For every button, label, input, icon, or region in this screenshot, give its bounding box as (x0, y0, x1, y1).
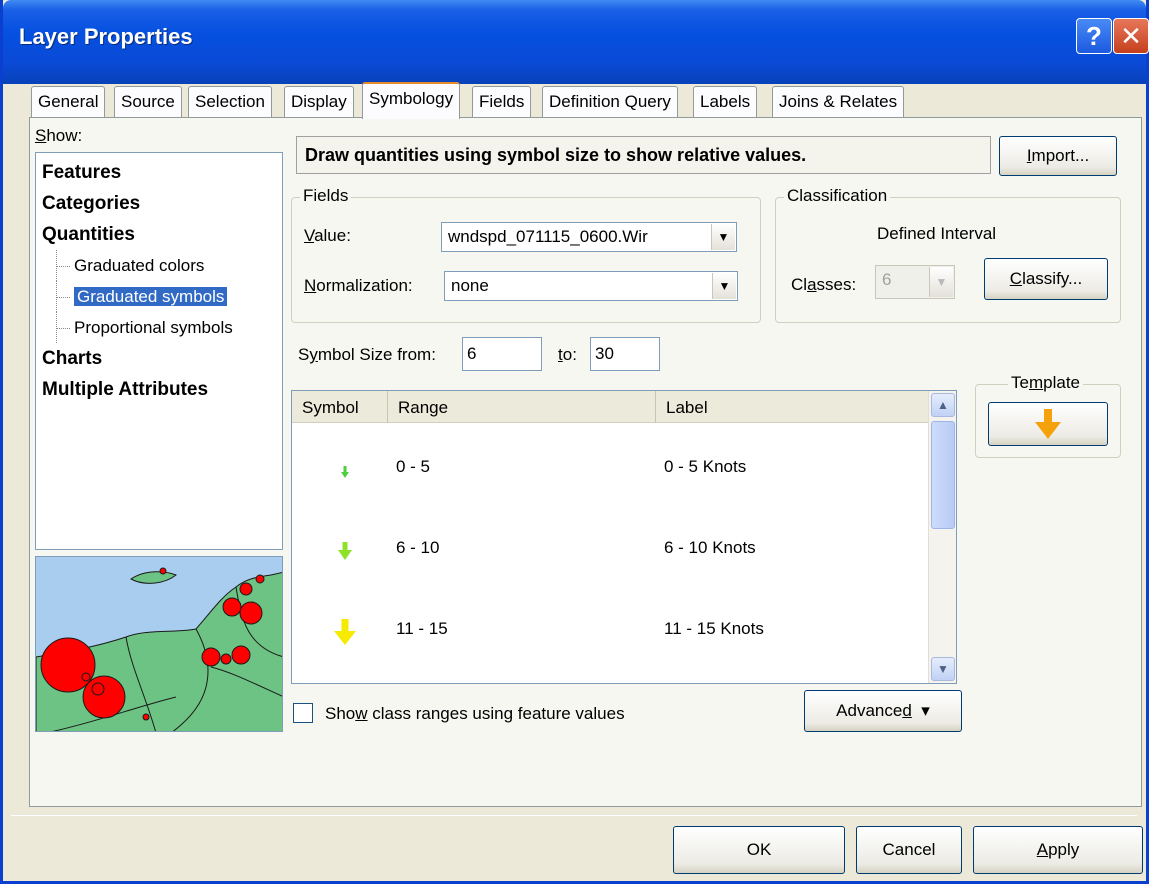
divider (11, 815, 1137, 816)
template-symbol-button[interactable] (988, 402, 1108, 446)
range-cell[interactable]: 0 - 5 (396, 457, 430, 477)
arrow-down-icon[interactable] (328, 615, 362, 649)
window-title: Layer Properties (19, 24, 193, 49)
show-item-multiple-attributes[interactable]: Multiple Attributes (42, 374, 276, 405)
show-item-graduated-symbols[interactable]: Graduated symbols (42, 281, 276, 312)
tab-fields[interactable]: Fields (472, 86, 532, 118)
map-preview (35, 556, 283, 732)
header-label[interactable]: Label (656, 391, 928, 423)
show-tree[interactable]: Features Categories Quantities Graduated… (35, 152, 283, 550)
import-button[interactable]: Import... (999, 136, 1117, 176)
label-cell[interactable]: 6 - 10 Knots (664, 538, 756, 558)
classification-method: Defined Interval (877, 224, 997, 243)
chevron-down-icon: ▼ (929, 267, 953, 297)
close-button[interactable]: ✕ (1113, 18, 1149, 54)
chevron-down-icon: ▼ (712, 273, 736, 299)
renderer-description: Draw quantities using symbol size to sho… (296, 136, 991, 174)
scroll-up-icon[interactable]: ▲ (931, 393, 955, 417)
title-bar[interactable]: Layer Properties ? ✕ (3, 0, 1149, 84)
range-cell[interactable]: 11 - 15 (396, 619, 448, 639)
chevron-down-icon: ▾ (921, 701, 930, 720)
show-label: Show: (35, 126, 83, 145)
classes-dropdown: 6 ▼ (875, 265, 955, 299)
tab-symbology[interactable]: Symbology (362, 82, 461, 119)
show-item-categories[interactable]: Categories (42, 188, 276, 219)
chevron-down-icon: ▼ (711, 224, 735, 250)
template-title: Template (1008, 373, 1084, 393)
tab-joins-relates[interactable]: Joins & Relates (772, 86, 905, 118)
classes-label: Classes: (791, 275, 857, 294)
symbol-size-to-label: to: (558, 345, 577, 364)
range-cell[interactable]: 6 - 10 (396, 538, 439, 558)
table-row[interactable]: 11 - 15 11 - 15 Knots (292, 591, 928, 671)
show-item-graduated-colors[interactable]: Graduated colors (42, 250, 276, 281)
class-symbol-table[interactable]: Symbol Range Label 0 - 5 0 - 5 Knots 6 -… (291, 390, 957, 684)
show-item-charts[interactable]: Charts (42, 343, 276, 374)
symbol-size-from-label: Symbol Size from: (298, 345, 436, 364)
symbol-size-from-input[interactable]: 6 (462, 337, 542, 371)
cancel-button[interactable]: Cancel (856, 826, 962, 874)
normalization-dropdown[interactable]: none ▼ (444, 271, 738, 301)
arrow-down-icon[interactable] (330, 536, 360, 566)
label-cell[interactable]: 11 - 15 Knots (664, 619, 764, 639)
symbol-size-to-input[interactable]: 30 (590, 337, 660, 371)
arrow-down-icon (1035, 409, 1061, 439)
table-row[interactable]: 6 - 10 6 - 10 Knots (292, 510, 928, 590)
value-label: Value: (304, 226, 351, 245)
fields-group-title: Fields (300, 186, 352, 206)
show-item-quantities[interactable]: Quantities (42, 219, 276, 250)
show-class-ranges-label[interactable]: Show class ranges using feature values (325, 704, 625, 724)
layer-properties-window: Layer Properties ? ✕ General Source Sele… (0, 0, 1149, 884)
show-class-ranges-checkbox[interactable] (293, 703, 313, 723)
header-range[interactable]: Range (388, 391, 656, 423)
normalization-label: Normalization: (304, 276, 413, 295)
scroll-down-icon[interactable]: ▼ (931, 657, 955, 681)
tab-general[interactable]: General (31, 86, 106, 118)
table-scrollbar[interactable]: ▲ ▼ (928, 391, 956, 683)
value-field-dropdown[interactable]: wndspd_071115_0600.Wir ▼ (441, 222, 737, 252)
classification-group-title: Classification (784, 186, 891, 206)
tab-labels[interactable]: Labels (693, 86, 758, 118)
tab-display[interactable]: Display (284, 86, 354, 118)
apply-button[interactable]: Apply (973, 826, 1143, 874)
show-item-features[interactable]: Features (42, 157, 276, 188)
classify-button[interactable]: Classify... (984, 258, 1108, 300)
tab-definition-query[interactable]: Definition Query (542, 86, 678, 118)
tab-source[interactable]: Source (114, 86, 182, 118)
show-item-proportional-symbols[interactable]: Proportional symbols (42, 312, 276, 343)
header-symbol[interactable]: Symbol (292, 391, 388, 423)
advanced-button[interactable]: Advance d ▾ (804, 690, 962, 732)
scroll-thumb[interactable] (931, 421, 955, 529)
label-cell[interactable]: 0 - 5 Knots (664, 457, 746, 477)
table-row[interactable]: 0 - 5 0 - 5 Knots (292, 429, 928, 509)
tab-selection[interactable]: Selection (188, 86, 272, 118)
table-header: Symbol Range Label (292, 391, 928, 423)
fields-group: Fields (291, 186, 761, 323)
help-button[interactable]: ? (1076, 18, 1112, 54)
ok-button[interactable]: OK (673, 826, 845, 874)
map-preview-graphic (36, 567, 282, 731)
arrow-down-icon[interactable] (330, 457, 360, 487)
